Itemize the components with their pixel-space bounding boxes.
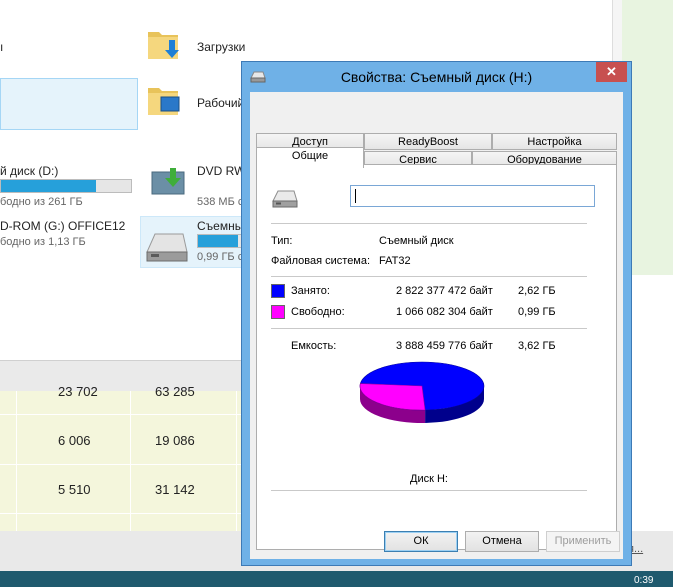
selected-item-highlight[interactable] xyxy=(0,78,138,130)
ok-button[interactable]: ОК xyxy=(384,531,458,552)
type-label: Тип: xyxy=(271,235,293,247)
tab-general[interactable]: Общие xyxy=(256,147,364,168)
capacity-label: Емкость: xyxy=(291,340,337,352)
grid-line xyxy=(130,391,131,531)
general-tab-panel: Тип: Съемный диск Файловая система: FAT3… xyxy=(256,164,617,550)
filesystem-label: Файловая система: xyxy=(271,255,371,267)
drive-g-free: бодно из 1,13 ГБ xyxy=(0,236,86,248)
folder-label-downloads[interactable]: Загрузки xyxy=(197,40,245,54)
drive-h-free: 0,99 ГБ с xyxy=(197,251,244,263)
free-gb: 0,99 ГБ xyxy=(518,306,556,318)
drive-d-usage-fill xyxy=(1,180,96,192)
used-bytes: 2 822 377 472 байт xyxy=(396,285,493,297)
capacity-gb: 3,62 ГБ xyxy=(518,340,556,352)
separator xyxy=(271,276,587,277)
grid-cell[interactable]: 5 510 xyxy=(58,482,91,497)
filesystem-value: FAT32 xyxy=(379,255,411,267)
cancel-button[interactable]: Отмена xyxy=(465,531,539,552)
drive-g-name[interactable]: D-ROM (G:) OFFICE12 xyxy=(0,219,125,233)
dvd-drive-icon[interactable] xyxy=(150,166,186,196)
drive-h-usage-fill xyxy=(198,235,238,247)
tab-settings[interactable]: Настройка xyxy=(492,133,617,150)
drive-d-free: бодно из 261 ГБ xyxy=(0,196,83,208)
used-label: Занято: xyxy=(291,285,330,297)
grid-line xyxy=(16,391,17,531)
separator xyxy=(271,490,587,491)
separator xyxy=(271,223,587,224)
grid-cell[interactable]: 19 086 xyxy=(155,433,195,448)
properties-dialog: Свойства: Съемный диск (H:) ✕ Доступ Rea… xyxy=(241,61,632,566)
capacity-bytes: 3 888 459 776 байт xyxy=(396,340,493,352)
used-gb: 2,62 ГБ xyxy=(518,285,556,297)
free-bytes: 1 066 082 304 байт xyxy=(396,306,493,318)
used-space-swatch xyxy=(271,284,285,298)
close-button[interactable]: ✕ xyxy=(596,62,627,82)
drive-d-name[interactable]: й диск (D:) xyxy=(0,164,58,178)
downloads-folder-icon[interactable] xyxy=(145,24,181,62)
drive-dvd-name[interactable]: DVD RW xyxy=(197,164,245,178)
tab-readyboost[interactable]: ReadyBoost xyxy=(364,133,492,150)
grid-cell[interactable]: 6 006 xyxy=(58,433,91,448)
grid-cell[interactable]: 31 142 xyxy=(155,482,195,497)
dialog-client-area: Доступ ReadyBoost Настройка Сервис Обору… xyxy=(250,92,623,559)
disk-usage-pie-chart xyxy=(359,361,485,423)
drive-dvd-free: 538 МБ с xyxy=(197,196,244,208)
desktop-folder-icon[interactable] xyxy=(145,80,181,118)
free-space-swatch xyxy=(271,305,285,319)
removable-drive-icon xyxy=(272,190,298,208)
apply-button[interactable]: Применить xyxy=(546,531,620,552)
separator xyxy=(271,328,587,329)
taskbar xyxy=(0,571,673,587)
grid-cell[interactable]: 23 702 xyxy=(58,384,98,399)
drive-d-usage-bar xyxy=(0,179,132,193)
taskbar-clock[interactable]: 0:39 xyxy=(634,575,653,586)
drive-h-name[interactable]: Съемны xyxy=(197,219,243,233)
truncated-letter: ı xyxy=(0,40,4,54)
type-value: Съемный диск xyxy=(379,235,454,247)
text-caret xyxy=(355,189,356,203)
folder-label-desktop[interactable]: Рабочий xyxy=(197,96,244,110)
dialog-title: Свойства: Съемный диск (H:) xyxy=(340,69,533,85)
grid-cell[interactable]: 63 285 xyxy=(155,384,195,399)
disk-label: Диск H: xyxy=(410,473,448,485)
free-label: Свободно: xyxy=(291,306,345,318)
drive-name-input[interactable] xyxy=(350,185,595,207)
grid-line xyxy=(236,391,237,531)
removable-drive-icon[interactable] xyxy=(143,230,189,264)
drive-h-usage-bar xyxy=(197,234,243,248)
